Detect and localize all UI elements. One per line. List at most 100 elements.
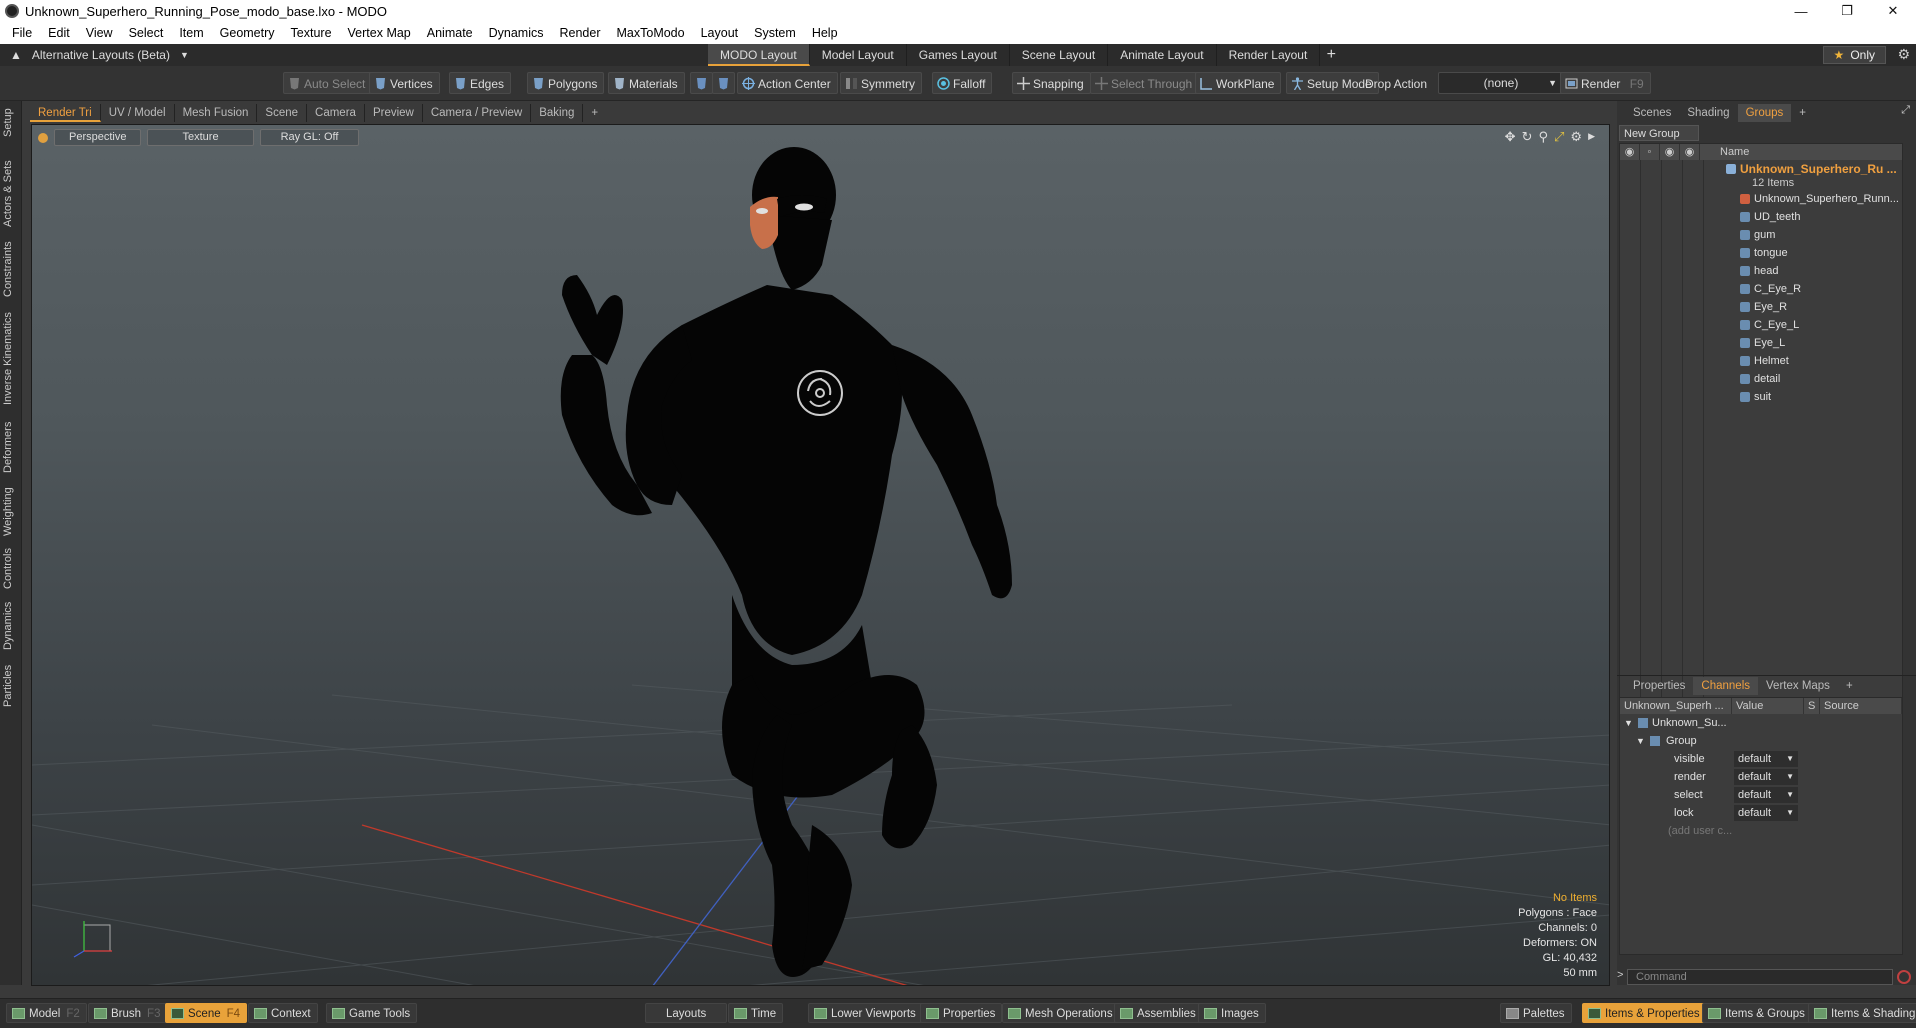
channel-value-dropdown[interactable]: default ▼ bbox=[1734, 787, 1798, 803]
list-item[interactable]: gum bbox=[1620, 226, 1902, 244]
menu-geometry[interactable]: Geometry bbox=[212, 26, 283, 40]
list-item[interactable]: Eye_R bbox=[1620, 298, 1902, 316]
zoom-view-icon[interactable]: ⚲ bbox=[1538, 129, 1548, 145]
add-layout-icon[interactable]: + bbox=[1320, 44, 1342, 66]
tab-properties[interactable]: Properties bbox=[1625, 677, 1693, 695]
list-item[interactable]: head bbox=[1620, 262, 1902, 280]
tab-camera[interactable]: Camera bbox=[307, 104, 365, 122]
list-item[interactable]: Helmet bbox=[1620, 352, 1902, 370]
menu-help[interactable]: Help bbox=[804, 26, 846, 40]
tab-model-layout[interactable]: Model Layout bbox=[810, 44, 907, 66]
list-item[interactable]: suit bbox=[1620, 388, 1902, 406]
channel-group-row[interactable]: ▼ Group bbox=[1620, 732, 1902, 750]
channel-value-dropdown[interactable]: default ▼ bbox=[1734, 751, 1798, 767]
menu-layout[interactable]: Layout bbox=[693, 26, 747, 40]
tab-games-layout[interactable]: Games Layout bbox=[907, 44, 1010, 66]
menu-render[interactable]: Render bbox=[552, 26, 609, 40]
falloff-button[interactable]: Falloff bbox=[932, 72, 993, 94]
images-button[interactable]: Images bbox=[1198, 1003, 1266, 1023]
tab-inverse-kinematics[interactable]: Inverse Kinematics bbox=[2, 309, 20, 409]
group-root-row[interactable]: Unknown_Superhero_Ru ... bbox=[1620, 160, 1902, 176]
list-item[interactable]: UD_teeth bbox=[1620, 208, 1902, 226]
tab-channels[interactable]: Channels bbox=[1693, 676, 1759, 695]
expand-arrow-icon[interactable]: ▼ bbox=[1624, 714, 1633, 732]
add-panel-tab-icon[interactable]: + bbox=[1791, 104, 1814, 122]
lock-column-icon[interactable]: ◉ bbox=[1660, 144, 1680, 160]
workplane-button[interactable]: WorkPlane bbox=[1195, 72, 1282, 94]
mesh-operations-button[interactable]: Mesh Operations bbox=[1002, 1003, 1120, 1023]
render-column-icon[interactable]: ◦ bbox=[1640, 144, 1660, 160]
action-center-button[interactable]: Action Center bbox=[737, 72, 838, 94]
menu-file[interactable]: File bbox=[4, 26, 40, 40]
tab-particles[interactable]: Particles bbox=[2, 659, 20, 713]
context-tab-button[interactable]: Context bbox=[248, 1003, 318, 1023]
command-input[interactable]: Command bbox=[1627, 969, 1893, 985]
close-icon[interactable]: ✕ bbox=[1870, 0, 1916, 22]
drop-action-dropdown[interactable]: (none) ▼ bbox=[1438, 72, 1564, 94]
lower-viewports-button[interactable]: Lower Viewports bbox=[808, 1003, 923, 1023]
channel-value-dropdown[interactable]: default ▼ bbox=[1734, 769, 1798, 785]
items-groups-button[interactable]: Items & Groups bbox=[1702, 1003, 1812, 1023]
rotate-view-icon[interactable]: ↻ bbox=[1522, 129, 1533, 145]
viewport-options-icon[interactable] bbox=[38, 133, 48, 143]
tab-baking[interactable]: Baking bbox=[531, 104, 584, 122]
menu-edit[interactable]: Edit bbox=[40, 26, 78, 40]
alternative-layouts-dropdown[interactable]: ▲ Alternative Layouts (Beta) ▼ bbox=[10, 48, 189, 62]
tab-scene-layout[interactable]: Scene Layout bbox=[1010, 44, 1109, 66]
channel-row-render[interactable]: render default ▼ bbox=[1620, 768, 1902, 786]
maximize-icon[interactable]: ❐ bbox=[1824, 0, 1870, 22]
tab-render-tri[interactable]: Render Tri bbox=[30, 104, 101, 122]
viewport-gear-icon[interactable]: ⚙ bbox=[1570, 129, 1582, 145]
tab-actors-sets[interactable]: Actors & Sets bbox=[2, 159, 20, 229]
tab-mesh-fusion[interactable]: Mesh Fusion bbox=[175, 104, 258, 122]
tab-deformers[interactable]: Deformers bbox=[2, 419, 20, 475]
snapping-button[interactable]: Snapping bbox=[1012, 72, 1091, 94]
tab-controls[interactable]: Controls bbox=[2, 545, 20, 593]
select-mode-a-button[interactable] bbox=[690, 72, 713, 94]
expand-arrow-icon[interactable]: ▼ bbox=[1636, 732, 1645, 750]
menu-system[interactable]: System bbox=[746, 26, 804, 40]
panel-expand-icon[interactable]: ⤢ bbox=[1901, 104, 1910, 117]
list-item[interactable]: C_Eye_L bbox=[1620, 316, 1902, 334]
items-properties-button[interactable]: Items & Properties bbox=[1582, 1003, 1707, 1023]
3d-viewport[interactable]: Perspective Texture Ray GL: Off ✥ ↻ ⚲ ⤢ … bbox=[31, 124, 1610, 986]
select-mode-b-button[interactable] bbox=[712, 72, 735, 94]
scene-tab-button[interactable]: Scene F4 bbox=[165, 1003, 248, 1023]
properties-button[interactable]: Properties bbox=[920, 1003, 1003, 1023]
polygons-button[interactable]: Polygons bbox=[527, 72, 605, 94]
tab-vertex-maps[interactable]: Vertex Maps bbox=[1758, 677, 1838, 695]
tab-render-layout[interactable]: Render Layout bbox=[1217, 44, 1321, 66]
tab-camera-preview[interactable]: Camera / Preview bbox=[423, 104, 532, 122]
collapse-icon[interactable]: ▲ bbox=[10, 48, 22, 62]
channel-row-lock[interactable]: lock default ▼ bbox=[1620, 804, 1902, 822]
palettes-button[interactable]: Palettes bbox=[1500, 1003, 1572, 1023]
tab-scene[interactable]: Scene bbox=[257, 104, 308, 122]
menu-animate[interactable]: Animate bbox=[419, 26, 481, 40]
list-item[interactable]: detail bbox=[1620, 370, 1902, 388]
visibility-column-icon[interactable]: ◉ bbox=[1620, 144, 1640, 160]
only-button[interactable]: ★ Only bbox=[1822, 46, 1886, 64]
menu-view[interactable]: View bbox=[78, 26, 121, 40]
items-shading-button[interactable]: Items & Shading bbox=[1808, 1003, 1916, 1023]
symmetry-button[interactable]: Symmetry bbox=[840, 72, 922, 94]
tab-shading[interactable]: Shading bbox=[1679, 104, 1737, 122]
channel-value-dropdown[interactable]: default ▼ bbox=[1734, 805, 1798, 821]
fit-view-icon[interactable]: ⤢ bbox=[1554, 129, 1564, 145]
select-through-button[interactable]: Select Through bbox=[1090, 72, 1200, 94]
tab-preview[interactable]: Preview bbox=[365, 104, 423, 122]
channel-row-visible[interactable]: visible default ▼ bbox=[1620, 750, 1902, 768]
minimize-icon[interactable]: — bbox=[1778, 0, 1824, 22]
add-panel-tab-icon[interactable]: + bbox=[1838, 677, 1861, 695]
game-tools-tab-button[interactable]: Game Tools bbox=[326, 1003, 418, 1023]
tab-modo-layout[interactable]: MODO Layout bbox=[708, 44, 810, 66]
materials-button[interactable]: Materials bbox=[608, 72, 685, 94]
channel-row-select[interactable]: select default ▼ bbox=[1620, 786, 1902, 804]
list-item[interactable]: tongue bbox=[1620, 244, 1902, 262]
gear-icon[interactable]: ⚙ bbox=[1897, 46, 1910, 63]
auto-select-button[interactable]: Auto Select bbox=[283, 72, 373, 94]
render-button[interactable]: Render F9 bbox=[1560, 72, 1651, 94]
menu-item[interactable]: Item bbox=[171, 26, 211, 40]
tab-weighting[interactable]: Weighting bbox=[2, 483, 20, 541]
vertices-button[interactable]: Vertices bbox=[369, 72, 440, 94]
shading-dropdown[interactable]: Texture bbox=[147, 129, 254, 146]
